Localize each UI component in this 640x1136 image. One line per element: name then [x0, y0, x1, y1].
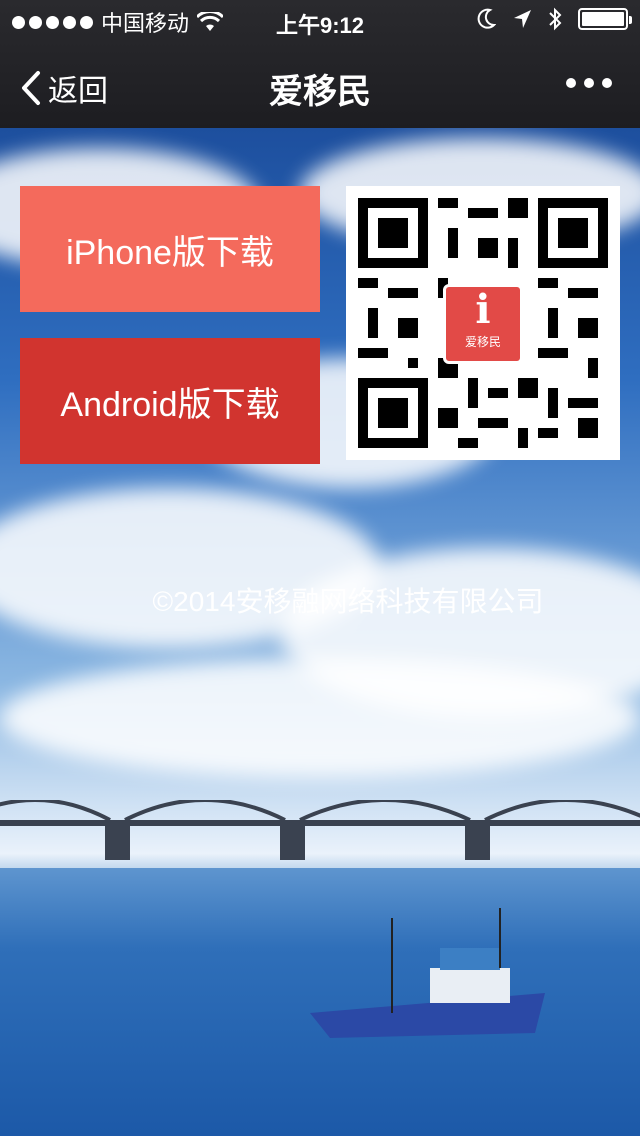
copyright-text: ©2014安移融网络科技有限公司 [152, 586, 544, 617]
logo-letter: i [475, 286, 491, 333]
navigation-bar: 返回 爱移民 [0, 40, 640, 128]
page-title: 爱移民 [269, 73, 371, 111]
bridge-illustration [0, 800, 640, 860]
moon-icon [477, 8, 496, 29]
status-bar: 中国移动 上午9:12 [0, 0, 640, 40]
logo-text: 爱移民 [464, 335, 501, 349]
more-options-button[interactable] [566, 78, 612, 88]
qr-code: i 爱移民 [346, 186, 620, 460]
iphone-download-button[interactable]: iPhone版下载 [20, 186, 320, 312]
app-logo: i 爱移民 [443, 284, 523, 364]
battery-icon [578, 8, 632, 30]
bluetooth-icon [549, 7, 562, 31]
boat-illustration [310, 908, 545, 1038]
android-download-button[interactable]: Android版下载 [20, 338, 320, 464]
top-bar: 中国移动 上午9:12 返回 爱移民 [0, 0, 640, 128]
location-arrow-icon [514, 10, 531, 28]
